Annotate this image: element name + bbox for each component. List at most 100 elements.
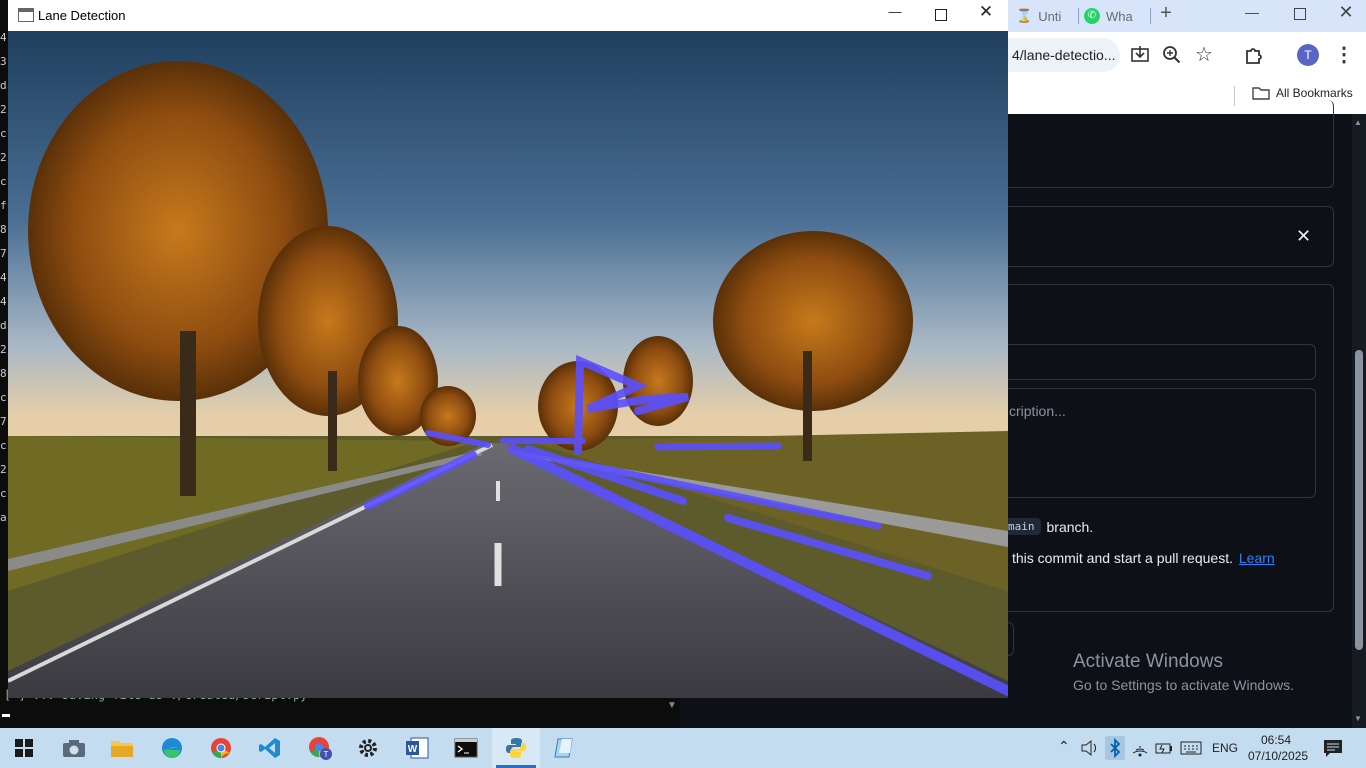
chrome-icon[interactable] xyxy=(197,728,245,768)
tab-divider xyxy=(1150,8,1151,24)
word-icon[interactable]: W xyxy=(393,728,441,768)
tab-divider xyxy=(1078,8,1079,24)
terminal-gutter-char: 4 xyxy=(0,271,7,284)
keyboard-icon[interactable] xyxy=(1180,739,1202,757)
all-bookmarks-button[interactable]: All Bookmarks xyxy=(1252,85,1353,101)
python-icon[interactable] xyxy=(492,728,540,768)
edge-icon[interactable] xyxy=(148,728,196,768)
whatsapp-icon: ✆ xyxy=(1084,8,1100,24)
hourglass-icon: ⌛ xyxy=(1016,8,1033,23)
install-app-icon[interactable] xyxy=(1128,43,1152,67)
svg-text:T: T xyxy=(324,750,329,759)
chrome-tab-label: Unti xyxy=(1038,8,1062,24)
tree-trunk xyxy=(180,331,196,496)
chrome-tab-label: Wha xyxy=(1106,8,1133,24)
clock[interactable]: 06:54 07/10/2025 xyxy=(1248,732,1309,764)
cv-window-titlebar[interactable]: Lane Detection — ✕ xyxy=(8,0,1008,32)
terminal-gutter-char: 2 xyxy=(0,343,7,356)
taskbar: T W ⌃ ENG 06:54 07/10/2025 xyxy=(0,728,1366,768)
tree-trunk xyxy=(803,351,812,461)
terminal-gutter-char: 2 xyxy=(0,151,7,164)
terminal-gutter-char: f xyxy=(0,199,7,212)
minimize-icon[interactable]: — xyxy=(884,4,906,26)
scroll-up-icon[interactable]: ▲ xyxy=(1354,118,1362,127)
extensions-icon[interactable] xyxy=(1242,43,1266,67)
close-icon[interactable]: ✕ xyxy=(974,2,998,26)
terminal-gutter-char: 8 xyxy=(0,223,7,236)
tree xyxy=(713,231,913,411)
terminal-gutter-char: 4 xyxy=(0,31,7,44)
clock-time: 06:54 xyxy=(1260,733,1292,747)
terminal-icon[interactable] xyxy=(442,728,490,768)
scrollbar-thumb[interactable] xyxy=(1355,350,1363,650)
svg-text:W: W xyxy=(408,744,418,755)
terminal-gutter-char: 7 xyxy=(0,247,7,260)
menu-kebab-icon[interactable]: ⋮ xyxy=(1334,42,1354,68)
all-bookmarks-label: All Bookmarks xyxy=(1276,86,1353,100)
branch-line: main branch. xyxy=(1002,518,1093,535)
show-hidden-icons[interactable]: ⌃ xyxy=(1058,738,1070,755)
commit-description-input[interactable]: cription... xyxy=(996,388,1316,498)
bookmark-star-icon[interactable]: ☆ xyxy=(1192,42,1216,66)
address-text: 4/lane-detectio... xyxy=(1012,47,1116,63)
terminal-gutter-char: 8 xyxy=(0,367,7,380)
profile-avatar[interactable]: T xyxy=(1297,44,1319,66)
notifications-icon[interactable] xyxy=(1322,738,1344,758)
window-app-icon xyxy=(18,8,34,22)
maximize-icon[interactable] xyxy=(930,4,952,26)
terminal-gutter-char: 4 xyxy=(0,295,7,308)
wifi-icon[interactable] xyxy=(1130,738,1150,758)
terminal-gutter-char: c xyxy=(0,127,7,140)
terminal-gutter-char: d xyxy=(0,319,7,332)
terminal-gutter-char: 7 xyxy=(0,415,7,428)
zoom-icon[interactable] xyxy=(1160,43,1184,67)
camera-icon[interactable] xyxy=(50,728,98,768)
notice-panel xyxy=(996,206,1334,267)
activate-windows-title: Activate Windows xyxy=(1073,651,1223,672)
chrome-tab[interactable]: ⌛ Unti xyxy=(1016,3,1078,29)
new-tab-button[interactable]: + xyxy=(1154,2,1178,26)
terminal-gutter-char: 2 xyxy=(0,103,7,116)
pr-line: this commit and start a pull request. Le… xyxy=(1012,550,1275,566)
chrome-tab[interactable]: ✆ Wha xyxy=(1084,3,1146,29)
volume-icon[interactable] xyxy=(1080,738,1100,758)
battery-icon[interactable] xyxy=(1154,739,1174,757)
terminal-gutter-char: a xyxy=(0,511,7,524)
learn-link[interactable]: Learn xyxy=(1239,550,1275,566)
commit-summary-input[interactable] xyxy=(996,344,1316,380)
terminal-gutter-char: 3 xyxy=(0,55,7,68)
minimize-icon[interactable]: — xyxy=(1240,4,1264,24)
terminal-scroll-down-icon[interactable]: ▼ xyxy=(664,700,680,728)
lane-detection-image xyxy=(8,31,1008,698)
vscode-icon[interactable] xyxy=(246,728,294,768)
file-explorer-icon[interactable] xyxy=(98,728,146,768)
terminal-gutter-char: 2 xyxy=(0,463,7,476)
terminal-cursor xyxy=(2,714,10,717)
notes-icon[interactable] xyxy=(541,728,589,768)
panel-top xyxy=(996,100,1334,188)
language-indicator[interactable]: ENG xyxy=(1212,741,1238,755)
activate-windows-sub: Go to Settings to activate Windows. xyxy=(1073,677,1294,693)
clock-date: 07/10/2025 xyxy=(1248,749,1309,763)
close-icon[interactable]: ✕ xyxy=(1334,2,1358,26)
scroll-down-icon[interactable]: ▼ xyxy=(1354,714,1362,723)
description-placeholder: cription... xyxy=(1009,403,1066,419)
terminal-gutter-char: c xyxy=(0,487,7,500)
address-bar[interactable]: 4/lane-detectio... xyxy=(1008,38,1120,72)
chrome-tab-strip: ⌛ Unti ✆ Wha + — ✕ xyxy=(1008,0,1366,32)
maximize-icon[interactable] xyxy=(1288,4,1312,24)
bluetooth-icon[interactable] xyxy=(1105,736,1125,760)
terminal-gutter-char: d xyxy=(0,79,7,92)
pr-text: this commit and start a pull request. xyxy=(1012,550,1233,566)
tree-trunk xyxy=(328,371,337,471)
settings-icon[interactable] xyxy=(344,728,392,768)
branch-text: branch. xyxy=(1046,518,1094,535)
chrome-profile-icon[interactable]: T xyxy=(296,728,344,768)
terminal-gutter-char: c xyxy=(0,175,7,188)
folder-icon xyxy=(1252,87,1270,100)
terminal-gutter-char: c xyxy=(0,391,7,404)
cv-window-title: Lane Detection xyxy=(38,8,126,23)
start-icon[interactable] xyxy=(0,728,48,768)
close-icon[interactable]: ✕ xyxy=(1296,226,1311,247)
terminal-gutter-char: c xyxy=(0,439,7,452)
